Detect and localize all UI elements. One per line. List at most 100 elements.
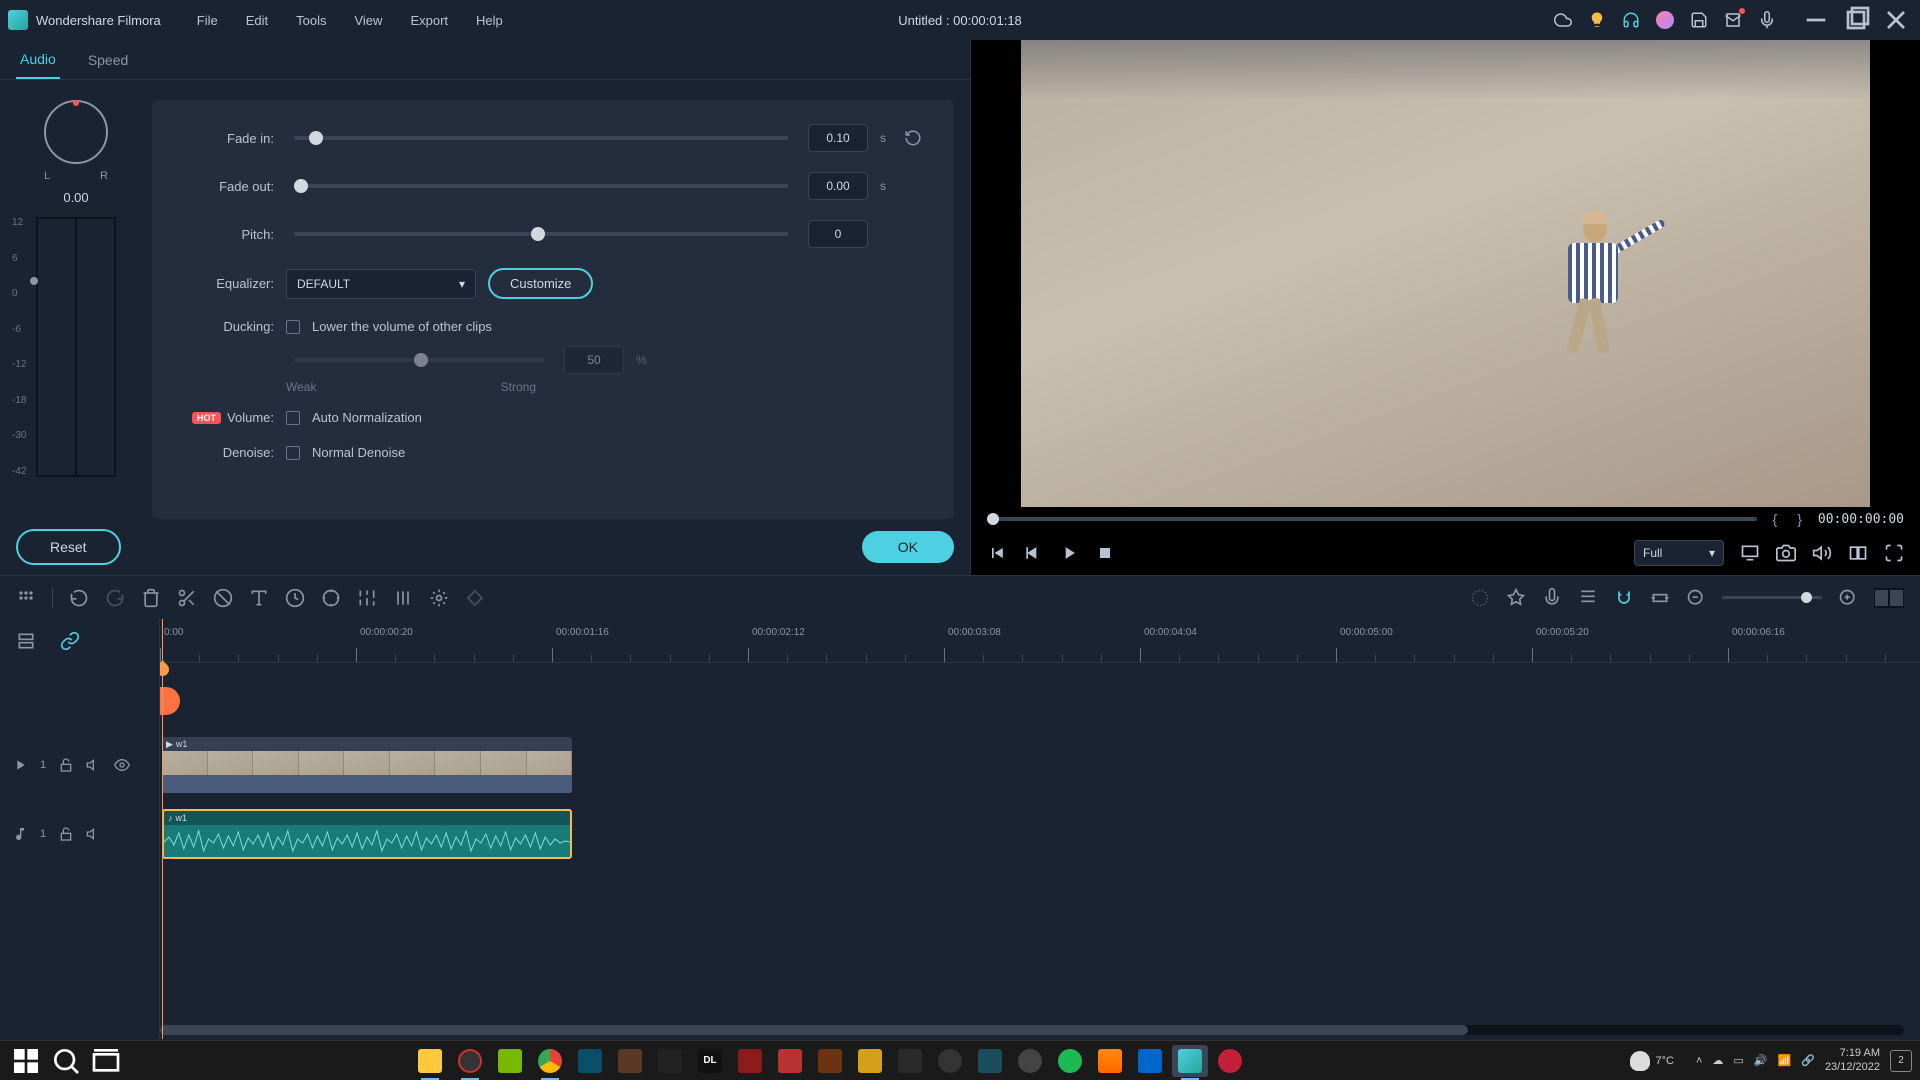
play-button[interactable] bbox=[1059, 543, 1079, 563]
reset-button[interactable]: Reset bbox=[16, 529, 121, 565]
menu-edit[interactable]: Edit bbox=[234, 7, 280, 34]
equalizer-select[interactable]: DEFAULT▾ bbox=[286, 269, 476, 299]
taskbar-app-nvidia[interactable] bbox=[492, 1045, 528, 1077]
quality-select[interactable]: Full▾ bbox=[1634, 540, 1724, 566]
headphones-icon[interactable] bbox=[1622, 11, 1640, 29]
taskbar-app[interactable] bbox=[732, 1045, 768, 1077]
keyframe-icon[interactable] bbox=[465, 588, 485, 608]
timeline-scrollbar[interactable] bbox=[160, 1025, 1904, 1035]
taskbar-app[interactable] bbox=[932, 1045, 968, 1077]
preview-viewport[interactable] bbox=[1021, 40, 1870, 507]
display-icon[interactable] bbox=[1740, 543, 1760, 563]
render-icon[interactable] bbox=[1470, 588, 1490, 608]
customize-button[interactable]: Customize bbox=[488, 268, 593, 299]
timeline-ruler[interactable]: 0:0000:00:00:2000:00:01:1600:00:02:1200:… bbox=[160, 619, 1920, 663]
pan-knob[interactable] bbox=[44, 100, 108, 164]
compare-icon[interactable] bbox=[1848, 543, 1868, 563]
taskbar-app-vlc[interactable] bbox=[1092, 1045, 1128, 1077]
taskbar-app-spotify[interactable] bbox=[1052, 1045, 1088, 1077]
tray-chevron-icon[interactable]: ˄ bbox=[1696, 1055, 1702, 1067]
taskbar-app[interactable] bbox=[972, 1045, 1008, 1077]
zoom-in-icon[interactable] bbox=[1838, 588, 1858, 608]
duration-icon[interactable] bbox=[321, 588, 341, 608]
taskbar-app[interactable] bbox=[772, 1045, 808, 1077]
maximize-button[interactable] bbox=[1840, 4, 1872, 36]
tab-speed[interactable]: Speed bbox=[84, 42, 132, 78]
fit-icon[interactable] bbox=[1650, 588, 1670, 608]
close-button[interactable] bbox=[1880, 4, 1912, 36]
taskbar-app[interactable] bbox=[892, 1045, 928, 1077]
menu-help[interactable]: Help bbox=[464, 7, 515, 34]
taskbar-app-chrome[interactable] bbox=[532, 1045, 568, 1077]
menu-tools[interactable]: Tools bbox=[284, 7, 338, 34]
taskbar-app[interactable] bbox=[812, 1045, 848, 1077]
mute-icon[interactable] bbox=[86, 826, 102, 842]
lock-icon[interactable] bbox=[58, 826, 74, 842]
speed-icon[interactable] bbox=[285, 588, 305, 608]
volume-icon[interactable] bbox=[1812, 543, 1832, 563]
taskbar-app[interactable] bbox=[572, 1045, 608, 1077]
mixer-icon[interactable] bbox=[1578, 588, 1598, 608]
taskbar-app[interactable] bbox=[652, 1045, 688, 1077]
lightbulb-icon[interactable] bbox=[1588, 11, 1606, 29]
tray-connection-icon[interactable]: 🔗 bbox=[1801, 1054, 1815, 1067]
taskbar-clock[interactable]: 7:19 AM 23/12/2022 bbox=[1825, 1047, 1880, 1073]
marker-handle[interactable] bbox=[160, 687, 180, 715]
lock-icon[interactable] bbox=[58, 757, 74, 773]
tray-volume-icon[interactable]: 🔊 bbox=[1754, 1054, 1768, 1067]
taskbar-app[interactable] bbox=[1012, 1045, 1048, 1077]
mark-out-icon[interactable]: } bbox=[1793, 511, 1806, 527]
taskbar-app-obs[interactable] bbox=[452, 1045, 488, 1077]
undo-icon[interactable] bbox=[69, 588, 89, 608]
search-button[interactable] bbox=[48, 1045, 84, 1077]
taskbar-app-explorer[interactable] bbox=[412, 1045, 448, 1077]
adjust-icon[interactable] bbox=[357, 588, 377, 608]
snapshot-icon[interactable] bbox=[1776, 543, 1796, 563]
notification-icon[interactable] bbox=[1724, 11, 1742, 29]
audio-clip[interactable]: ♪w1 bbox=[162, 809, 572, 859]
ducking-checkbox[interactable] bbox=[286, 320, 300, 334]
fade-out-slider[interactable] bbox=[294, 184, 788, 188]
timeline-layers-icon[interactable] bbox=[16, 631, 36, 651]
visibility-icon[interactable] bbox=[114, 757, 130, 773]
weather-widget[interactable]: 7°C bbox=[1630, 1051, 1674, 1071]
minimize-button[interactable] bbox=[1800, 4, 1832, 36]
voiceover-icon[interactable] bbox=[1542, 588, 1562, 608]
pitch-slider[interactable] bbox=[294, 232, 788, 236]
ducking-slider[interactable] bbox=[294, 358, 544, 362]
taskbar-app[interactable] bbox=[1212, 1045, 1248, 1077]
play-backward-button[interactable] bbox=[1023, 543, 1043, 563]
magnetic-icon[interactable] bbox=[1614, 588, 1634, 608]
save-icon[interactable] bbox=[1690, 11, 1708, 29]
fade-out-input[interactable] bbox=[808, 172, 868, 200]
menu-view[interactable]: View bbox=[342, 7, 394, 34]
taskbar-app[interactable] bbox=[1132, 1045, 1168, 1077]
tray-network-icon[interactable]: 📶 bbox=[1778, 1054, 1792, 1067]
fullscreen-icon[interactable] bbox=[1884, 543, 1904, 563]
fade-in-slider[interactable] bbox=[294, 136, 788, 140]
mark-in-icon[interactable]: { bbox=[1769, 511, 1782, 527]
taskbar-app[interactable]: DL bbox=[692, 1045, 728, 1077]
start-button[interactable] bbox=[8, 1045, 44, 1077]
avatar-icon[interactable] bbox=[1656, 11, 1674, 29]
marker-icon[interactable] bbox=[1506, 588, 1526, 608]
redo-icon[interactable] bbox=[105, 588, 125, 608]
zoom-out-icon[interactable] bbox=[1686, 588, 1706, 608]
taskbar-app-filmora[interactable] bbox=[1172, 1045, 1208, 1077]
menu-export[interactable]: Export bbox=[398, 7, 460, 34]
scrubber-track[interactable] bbox=[987, 517, 1757, 521]
prev-frame-button[interactable] bbox=[987, 543, 1007, 563]
menu-file[interactable]: File bbox=[185, 7, 230, 34]
link-icon[interactable] bbox=[60, 631, 80, 651]
crop-icon[interactable] bbox=[213, 588, 233, 608]
tab-audio[interactable]: Audio bbox=[16, 41, 60, 79]
auto-normalization-checkbox[interactable] bbox=[286, 411, 300, 425]
playhead[interactable] bbox=[162, 619, 163, 1039]
stop-button[interactable] bbox=[1095, 543, 1115, 563]
delete-icon[interactable] bbox=[141, 588, 161, 608]
mute-icon[interactable] bbox=[86, 757, 102, 773]
zoom-slider[interactable] bbox=[1722, 596, 1822, 599]
taskbar-app[interactable] bbox=[612, 1045, 648, 1077]
tray-onedrive-icon[interactable]: ☁ bbox=[1712, 1054, 1723, 1067]
video-clip[interactable]: ▶w1 bbox=[162, 737, 572, 793]
